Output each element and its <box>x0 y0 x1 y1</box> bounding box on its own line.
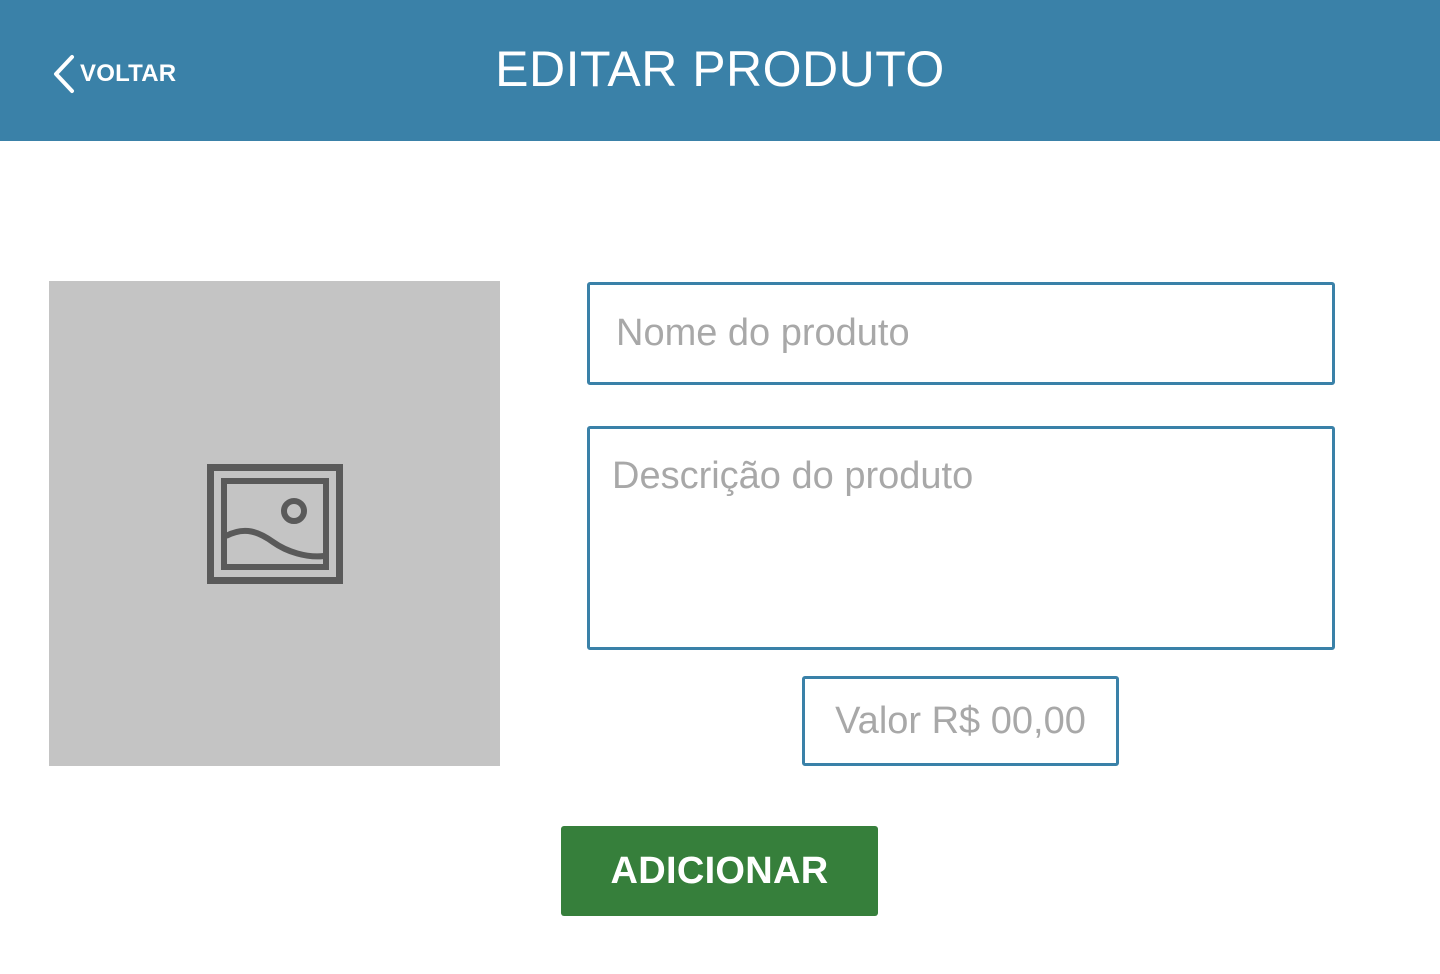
app-header: VOLTAR EDITAR PRODUTO <box>0 0 1440 141</box>
add-button[interactable]: ADICIONAR <box>561 826 878 916</box>
image-icon <box>207 464 343 584</box>
product-name-input[interactable] <box>587 282 1335 385</box>
page-title: EDITAR PRODUTO <box>495 41 945 97</box>
product-price-input[interactable] <box>802 676 1119 766</box>
product-description-input[interactable] <box>587 426 1335 650</box>
product-image-upload[interactable] <box>49 281 500 766</box>
